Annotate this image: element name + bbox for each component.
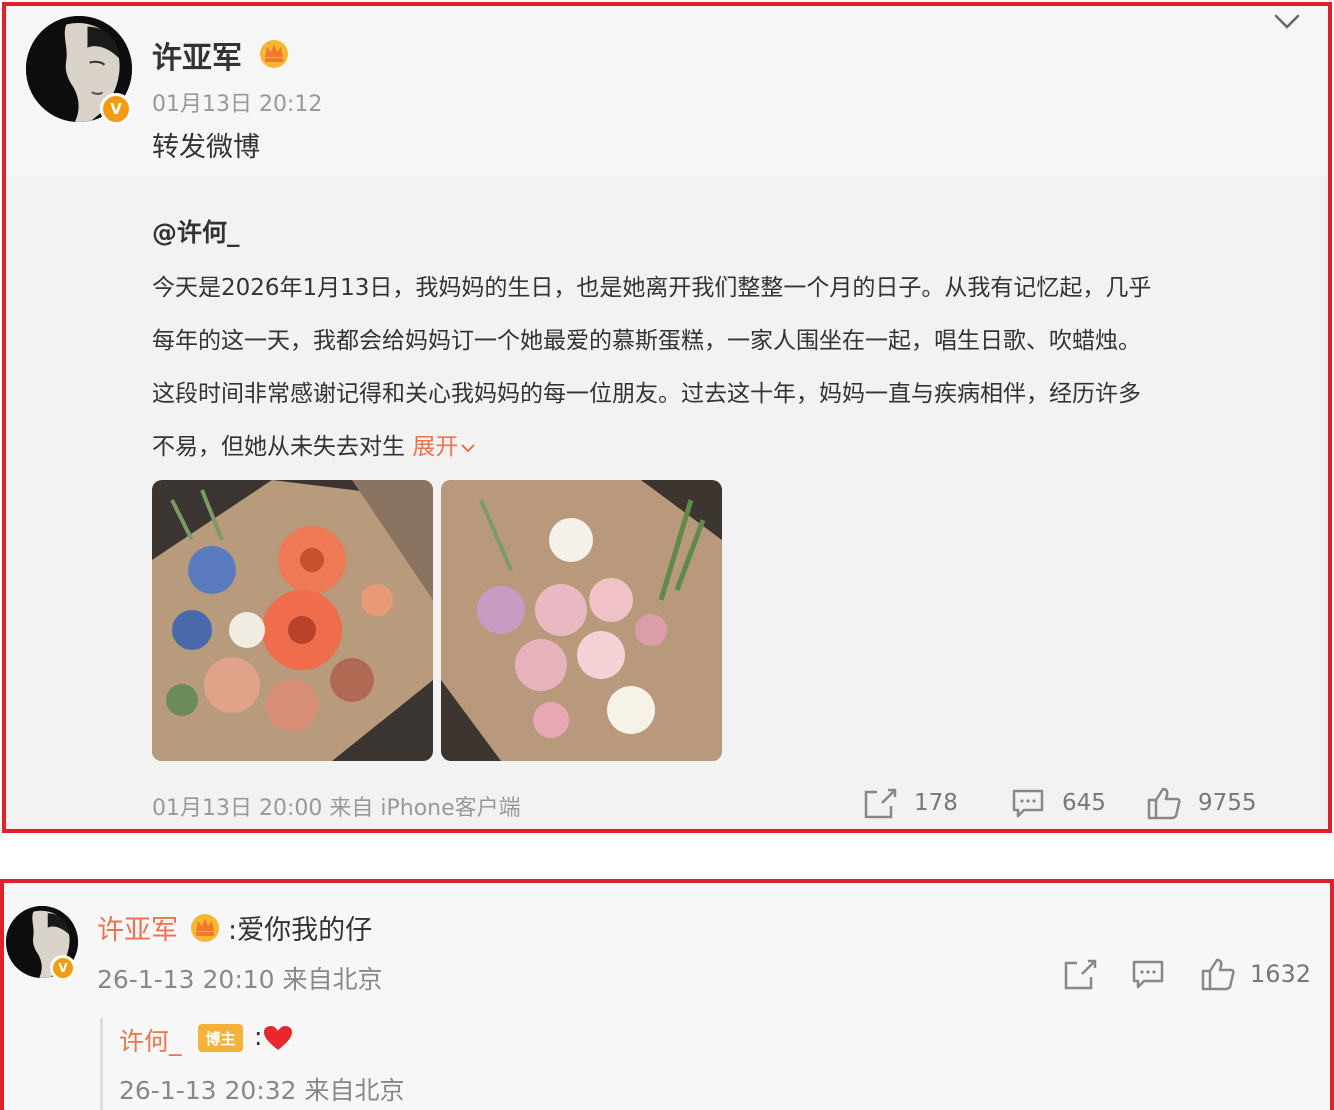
reply-indent-bar	[100, 1018, 103, 1110]
chevron-down-icon	[461, 443, 476, 452]
like-icon	[1201, 958, 1235, 991]
reply-meta: 26-1-13 20:32 来自北京	[119, 1076, 405, 1105]
original-post-text: 今天是2026年1月13日，我妈妈的生日，也是她离开我们整整一个月的日子。从我有…	[152, 262, 1262, 474]
like-icon	[1147, 787, 1181, 820]
comment-text: :爱你我的仔	[228, 915, 373, 946]
comment-like-button[interactable]: 1632	[1200, 957, 1311, 991]
comment-reply-button[interactable]	[1130, 957, 1166, 991]
text-line-last: 不易，但她从未失去对生 展开	[152, 421, 1262, 474]
comment-like-count: 1632	[1250, 960, 1312, 988]
expand-link[interactable]: 展开	[412, 434, 476, 460]
heart-icon	[264, 1026, 292, 1050]
original-author-mention[interactable]: @许何_	[152, 213, 240, 249]
comment-author-name[interactable]: 许亚军	[97, 908, 178, 947]
verified-icon: V	[50, 955, 76, 981]
comment-icon	[1012, 789, 1044, 818]
repost-icon	[864, 788, 897, 819]
blogger-badge: 博主	[198, 1024, 243, 1052]
crown-icon	[260, 40, 288, 68]
original-post-meta: 01月13日 20:00 来自 iPhone客户端	[152, 796, 521, 821]
comment-meta: 26-1-13 20:10 来自北京	[97, 965, 383, 994]
reply-author-name[interactable]: 许何_	[119, 1022, 182, 1058]
post-image-2[interactable]	[441, 480, 722, 761]
repost-icon	[1064, 959, 1097, 990]
comment-button[interactable]: 645	[1010, 786, 1106, 820]
post-timestamp[interactable]: 01月13日 20:12	[152, 86, 322, 118]
text-line: 不易，但她从未失去对生	[152, 434, 405, 460]
post-image-1[interactable]	[152, 480, 433, 761]
expand-label: 展开	[412, 434, 459, 460]
section-gap	[0, 835, 1334, 879]
text-line: 今天是2026年1月13日，我妈妈的生日，也是她离开我们整整一个月的日子。从我有…	[152, 275, 1152, 301]
like-button[interactable]: 9755	[1146, 786, 1257, 820]
verified-icon: V	[100, 93, 132, 125]
repost-button[interactable]: 178	[862, 786, 958, 820]
comment-count: 645	[1062, 790, 1106, 816]
post-author-name[interactable]: 许亚军	[152, 33, 242, 77]
repost-count: 178	[914, 790, 958, 816]
crown-icon	[191, 914, 219, 942]
like-count: 9755	[1198, 790, 1257, 816]
comment-repost-button[interactable]	[1062, 957, 1098, 991]
comment-icon	[1132, 960, 1164, 989]
text-line: 这段时间非常感谢记得和关心我妈妈的每一位朋友。过去这十年，妈妈一直与疾病相伴，经…	[152, 381, 1141, 407]
chevron-down-icon[interactable]	[1272, 10, 1302, 34]
repost-text: 转发微博	[152, 132, 260, 163]
text-line: 每年的这一天，我都会给妈妈订一个她最爱的慕斯蛋糕，一家人围坐在一起，唱生日歌、吹…	[152, 328, 1141, 354]
